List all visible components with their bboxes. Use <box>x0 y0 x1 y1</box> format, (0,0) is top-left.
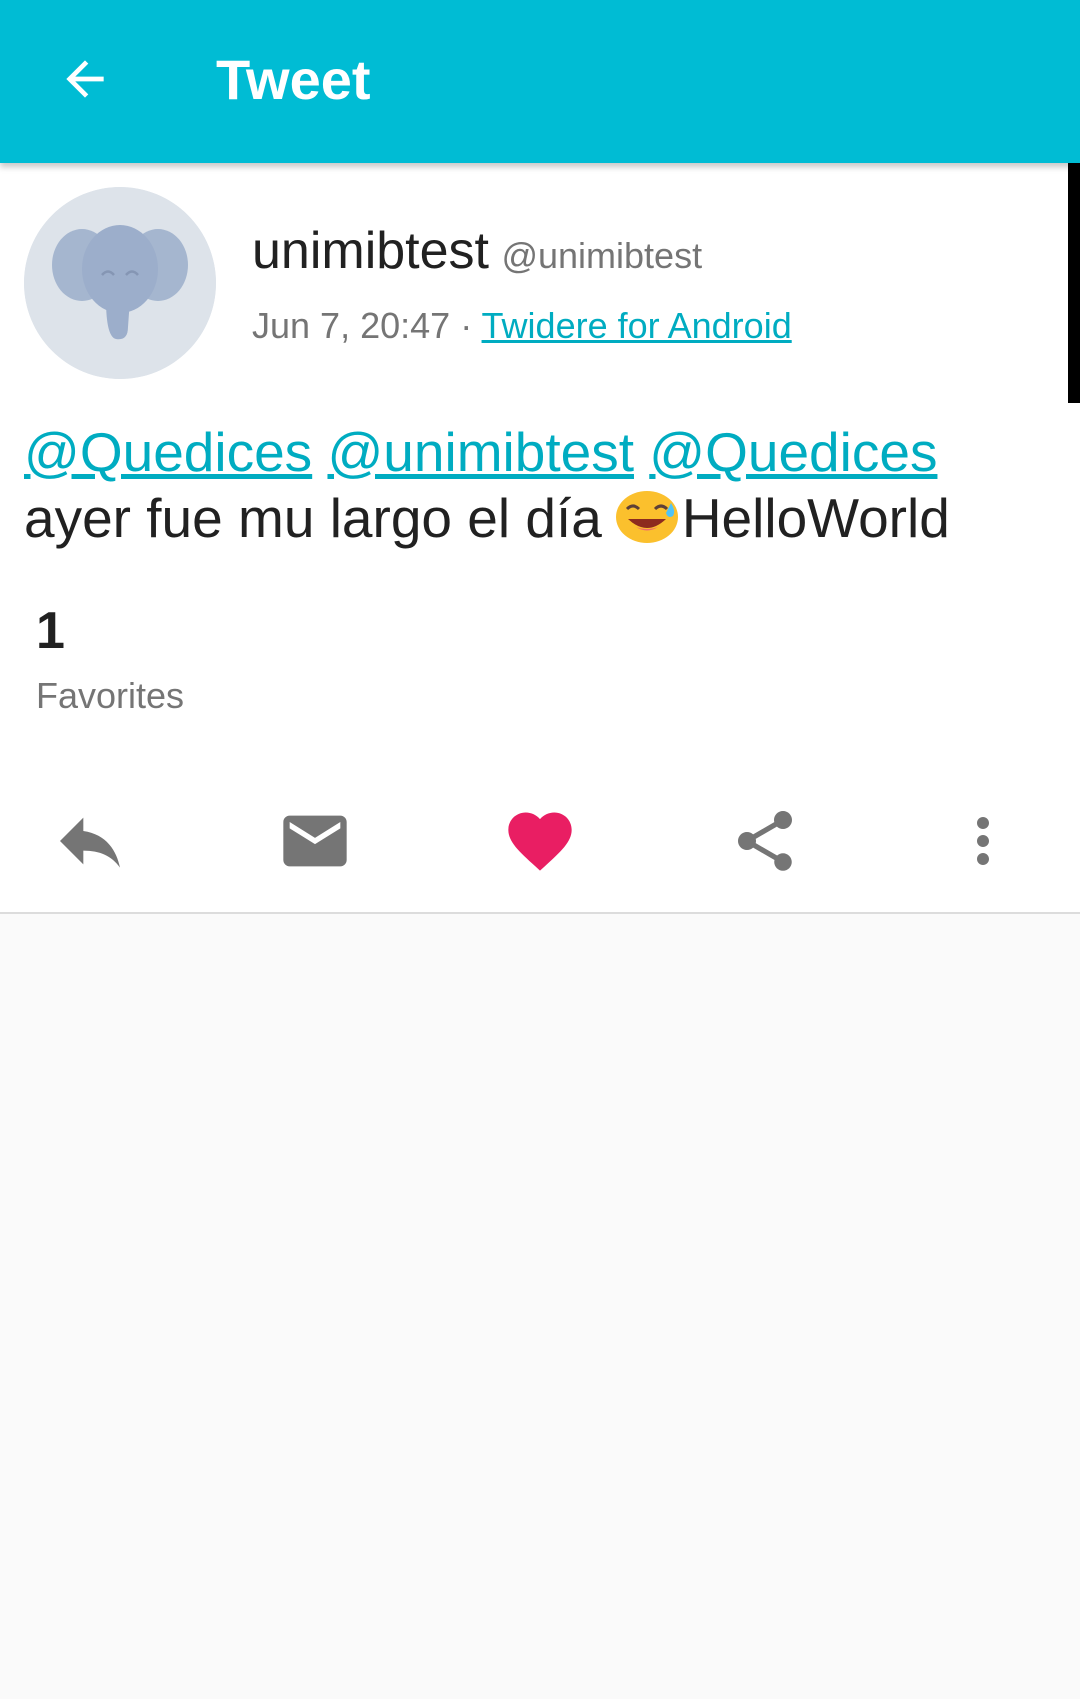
mail-icon <box>277 803 353 884</box>
status-meta: Jun 7, 20:47 · Twidere for Android <box>252 305 792 347</box>
heart-icon <box>502 803 578 884</box>
smiling-face-with-sweat-icon <box>614 487 680 543</box>
share-button[interactable] <box>715 793 815 893</box>
app-bar: Tweet <box>0 0 1080 163</box>
avatar[interactable] <box>24 187 216 379</box>
reply-button[interactable] <box>40 793 140 893</box>
screen-name: @unimibtest <box>501 235 703 276</box>
action-bar <box>0 783 1080 903</box>
arrow-back-icon <box>57 51 113 112</box>
display-name: unimibtest <box>252 222 489 280</box>
mention-link[interactable]: @Quedices <box>24 421 312 483</box>
page-title: Tweet <box>216 48 371 111</box>
tweet-body-text: ayer fue mu largo el día <box>24 487 602 549</box>
share-icon <box>729 805 801 882</box>
status-card: unimibtest @unimibtest Jun 7, 20:47 · Tw… <box>0 163 1080 914</box>
tweet-text: @Quedices @unimibtest @Quedices ayer fue… <box>24 419 1044 551</box>
timestamp: Jun 7, 20:47 <box>252 305 451 346</box>
author-row[interactable]: unimibtest @unimibtest <box>252 221 702 281</box>
more-options-button[interactable] <box>933 793 1033 893</box>
favorites-count[interactable]: 1 <box>36 601 65 661</box>
favorite-button[interactable] <box>490 793 590 893</box>
back-button[interactable] <box>40 36 130 126</box>
more-vert-icon <box>947 805 1019 882</box>
scrollbar[interactable] <box>1068 163 1080 403</box>
favorites-label: Favorites <box>36 675 185 716</box>
mention-link[interactable]: @unimibtest <box>327 421 634 483</box>
reply-icon <box>50 801 130 886</box>
meta-separator: · <box>460 305 473 346</box>
tweet-body-text: HelloWorld <box>681 487 950 549</box>
mention-link[interactable]: @Quedices <box>649 421 937 483</box>
source-link[interactable]: Twidere for Android <box>482 305 792 346</box>
message-button[interactable] <box>265 793 365 893</box>
elephant-avatar-icon <box>24 187 216 379</box>
